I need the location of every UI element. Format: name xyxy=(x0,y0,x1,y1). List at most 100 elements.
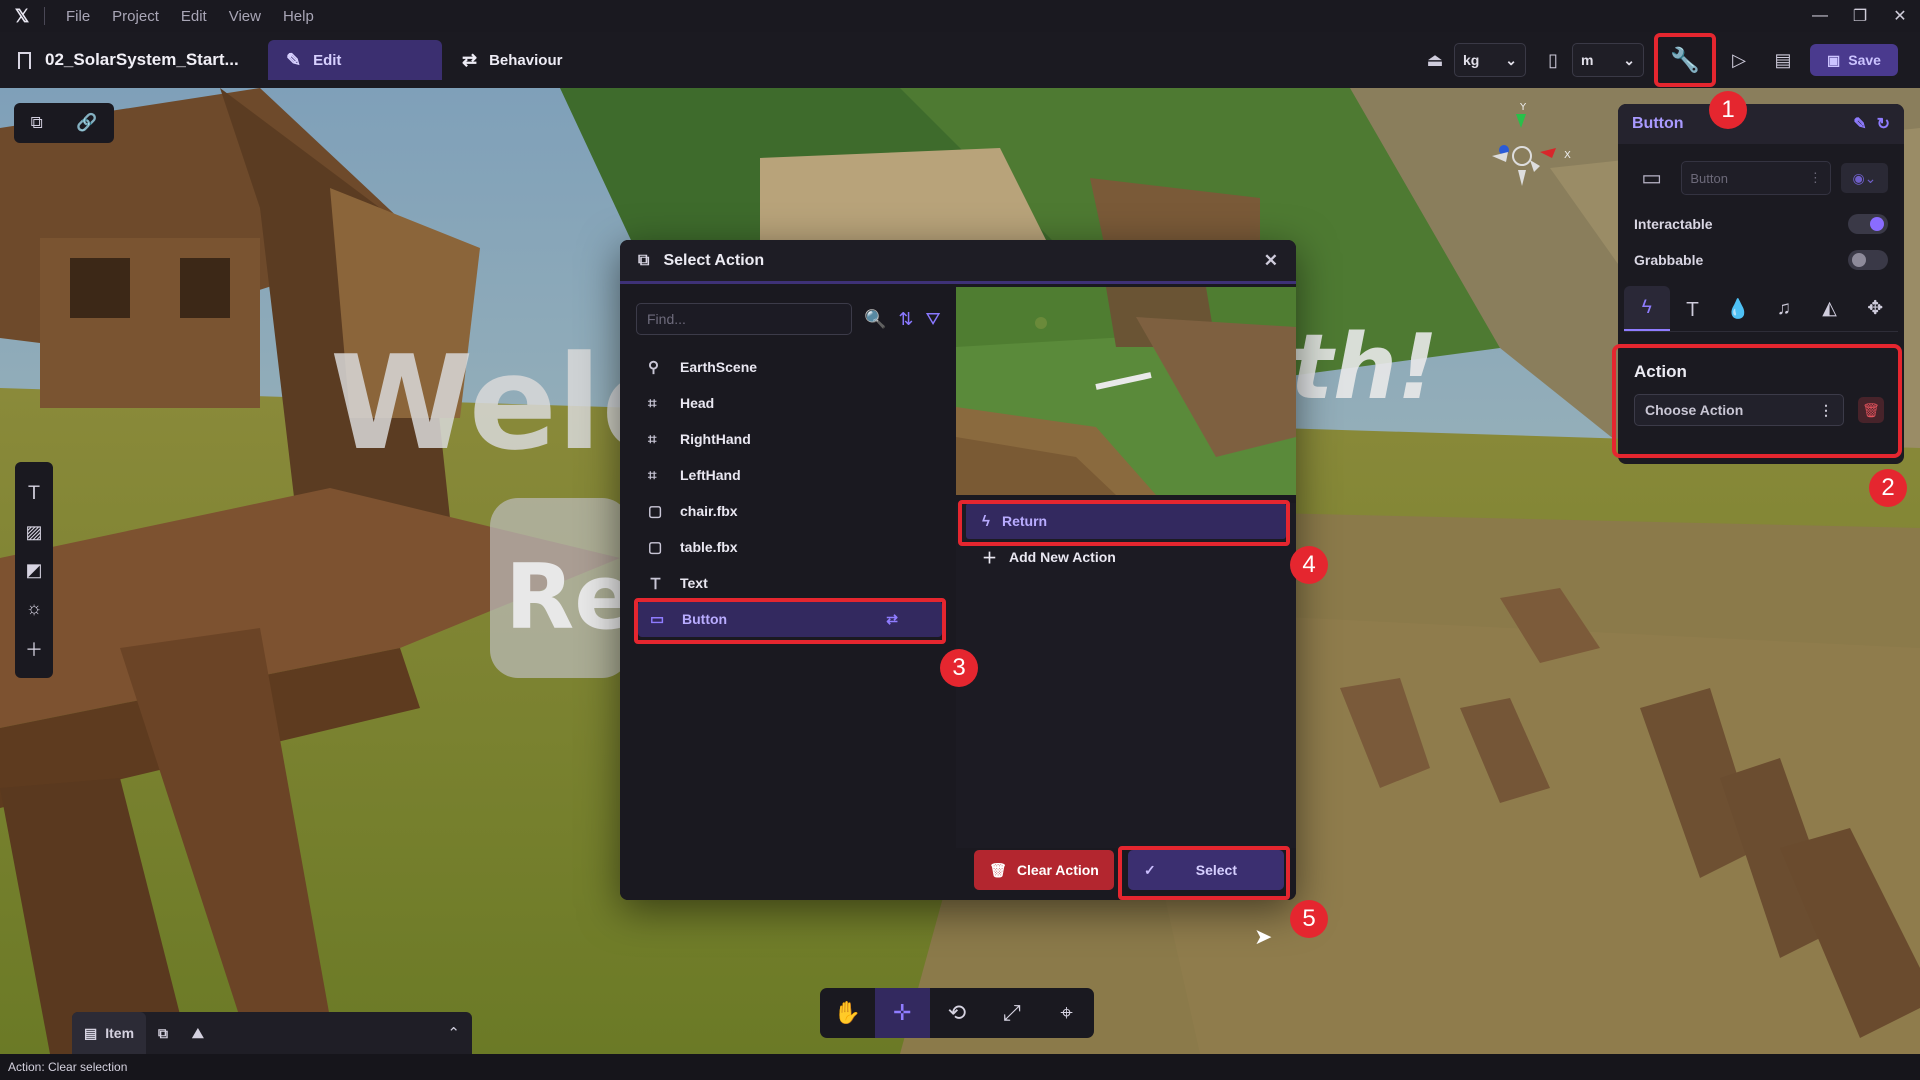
list-item-righthand[interactable]: ⌗ RightHand xyxy=(620,421,956,457)
filter-icon[interactable]: ⛛ xyxy=(926,309,941,330)
interactable-label: Interactable xyxy=(1634,216,1713,232)
minimize-icon[interactable]: — xyxy=(1800,0,1840,32)
ruler-icon: ▯ xyxy=(1548,49,1558,70)
tab-item[interactable]: ▤ Item xyxy=(72,1012,147,1054)
grabbable-toggle[interactable] xyxy=(1848,250,1888,270)
action-list-pane: ϟ Return ＋ Add New Action 🗑 Clear Action… xyxy=(956,287,1296,900)
move-icon[interactable]: ✛ xyxy=(874,988,930,1038)
lightning-icon[interactable]: ϟ xyxy=(1624,286,1670,331)
length-unit-value: m xyxy=(1581,52,1594,68)
bookmark-icon[interactable] xyxy=(18,51,31,69)
text-icon[interactable]: Ｔ xyxy=(1670,286,1716,331)
visibility-toggle[interactable]: ◉⌄ xyxy=(1840,163,1889,193)
tab-edit[interactable]: ✎ Edit xyxy=(268,40,442,80)
move-icon[interactable]: ✥ xyxy=(1852,286,1898,331)
tab-environment[interactable]: ⛰ xyxy=(180,1012,216,1054)
orientation-gizmo[interactable]: Y X xyxy=(1470,100,1580,200)
pivot-icon[interactable]: ⌖ xyxy=(1039,988,1094,1038)
interactable-toggle[interactable] xyxy=(1848,214,1888,234)
list-item-table[interactable]: ▢ table.fbx xyxy=(620,529,956,565)
more-options-icon[interactable]: ⋮ xyxy=(1809,170,1822,186)
grabbable-row: Grabbable xyxy=(1618,242,1904,278)
action-section: Action Choose Action ⋮ 🗑 xyxy=(1612,344,1902,458)
scale-icon[interactable]: ⤢ xyxy=(984,988,1039,1038)
menu-view[interactable]: View xyxy=(218,8,272,25)
save-button[interactable]: ▣ Save xyxy=(1810,44,1898,76)
status-text: Action: Clear selection xyxy=(8,1060,128,1074)
trash-icon: 🗑 xyxy=(989,861,1007,878)
close-icon[interactable]: ✕ xyxy=(1264,251,1278,271)
sticker-tool-icon[interactable]: ◩ xyxy=(25,560,42,581)
choose-action-label: Choose Action xyxy=(1645,402,1744,418)
component-tabs: ϟ Ｔ 💧 ♫ ◭ ✥ xyxy=(1624,286,1898,332)
mass-unit-value: kg xyxy=(1463,52,1480,68)
svg-text:Y: Y xyxy=(1519,102,1527,113)
search-input[interactable]: Find... xyxy=(636,303,852,335)
restore-icon[interactable]: ❐ xyxy=(1840,0,1880,32)
window-controls: — ❐ ✕ xyxy=(1800,0,1920,32)
edit-icon[interactable]: ✎ xyxy=(1853,114,1866,134)
highlight-object-outline xyxy=(634,598,946,644)
grabbable-label: Grabbable xyxy=(1634,252,1704,268)
tools-wrench-button[interactable]: 🔧 xyxy=(1654,33,1716,87)
more-options-icon[interactable]: ⋮ xyxy=(1819,402,1833,419)
clear-action-label: Clear Action xyxy=(1016,862,1099,878)
object-name-field[interactable]: Button ⋮ xyxy=(1681,161,1831,195)
add-icon[interactable]: ＋ xyxy=(25,636,43,662)
save-label: Save xyxy=(1848,52,1881,68)
publish-icon[interactable]: ▤ xyxy=(1766,43,1800,77)
list-item-earthscene[interactable]: ⚲ EarthScene xyxy=(620,349,956,385)
object-name-placeholder: Button xyxy=(1690,170,1728,186)
object-preview xyxy=(956,287,1296,495)
search-icon[interactable]: 🔍 xyxy=(864,309,886,330)
menu-file[interactable]: File xyxy=(55,8,101,25)
object-list-pane: Find... 🔍 ⇅ ⛛ ⚲ EarthScene ⌗ Head ⌗ Righ… xyxy=(620,287,956,900)
pencil-icon: ✎ xyxy=(286,49,302,70)
light-tool-icon[interactable]: ☼ xyxy=(26,598,43,619)
link-icon[interactable]: 🔗 xyxy=(76,113,97,133)
list-item-lefthand[interactable]: ⌗ LeftHand xyxy=(620,457,956,493)
hand-icon[interactable]: ✋ xyxy=(820,988,875,1038)
dialog-window-icon: ⧉ xyxy=(638,251,650,269)
choose-action-field[interactable]: Choose Action ⋮ xyxy=(1634,394,1844,426)
mass-unit-select[interactable]: kg ⌄ xyxy=(1454,43,1526,77)
list-item-text[interactable]: Ｔ Text xyxy=(620,565,956,601)
highlight-select-outline xyxy=(1118,846,1290,900)
chevron-up-icon[interactable]: ⌃ xyxy=(447,1024,460,1042)
text-icon: Ｔ xyxy=(648,575,664,593)
music-icon[interactable]: ♫ xyxy=(1761,286,1807,331)
refresh-icon[interactable]: ↻ xyxy=(1877,114,1890,134)
material-icon[interactable]: ◭ xyxy=(1807,286,1853,331)
sort-icon[interactable]: ⇅ xyxy=(898,309,913,330)
rotate-icon[interactable]: ⟲ xyxy=(930,988,985,1038)
eye-icon: ◉⌄ xyxy=(1852,169,1877,186)
item-icon: ▤ xyxy=(84,1024,98,1041)
drop-icon[interactable]: 💧 xyxy=(1715,286,1761,331)
tab-behaviour-label: Behaviour xyxy=(489,51,563,69)
list-item-label: LeftHand xyxy=(680,467,741,483)
copy-icon[interactable]: ⧉ xyxy=(31,113,43,133)
rig-icon: ⌗ xyxy=(648,394,657,412)
mouse-cursor-icon: ➤ xyxy=(1254,924,1273,949)
list-item-head[interactable]: ⌗ Head xyxy=(620,385,956,421)
tab-assets[interactable]: ⧉ xyxy=(146,1012,180,1054)
length-unit-select[interactable]: m ⌄ xyxy=(1572,43,1644,77)
environment-icon: ⛰ xyxy=(192,1024,204,1041)
image-tool-icon[interactable]: ▨ xyxy=(25,522,42,543)
step-marker-1: 1 xyxy=(1709,91,1747,129)
text-tool-icon[interactable]: Ｔ xyxy=(25,479,43,505)
tab-behaviour[interactable]: ⇄ Behaviour xyxy=(442,40,592,80)
menu-help[interactable]: Help xyxy=(272,8,325,25)
menu-edit[interactable]: Edit xyxy=(170,8,218,25)
clear-action-button[interactable]: 🗑 Clear Action xyxy=(974,850,1114,890)
close-icon[interactable]: ✕ xyxy=(1880,0,1920,32)
step-marker-3: 3 xyxy=(940,649,978,687)
list-item-chair[interactable]: ▢ chair.fbx xyxy=(620,493,956,529)
flow-icon: ⇄ xyxy=(462,49,478,70)
delete-action-icon[interactable]: 🗑 xyxy=(1858,397,1884,423)
menu-project[interactable]: Project xyxy=(101,8,170,25)
status-bar: Action: Clear selection xyxy=(0,1054,1920,1080)
play-icon[interactable]: ▷ xyxy=(1722,43,1756,77)
tab-edit-label: Edit xyxy=(313,51,342,69)
button-icon: ▭ xyxy=(1641,165,1663,190)
